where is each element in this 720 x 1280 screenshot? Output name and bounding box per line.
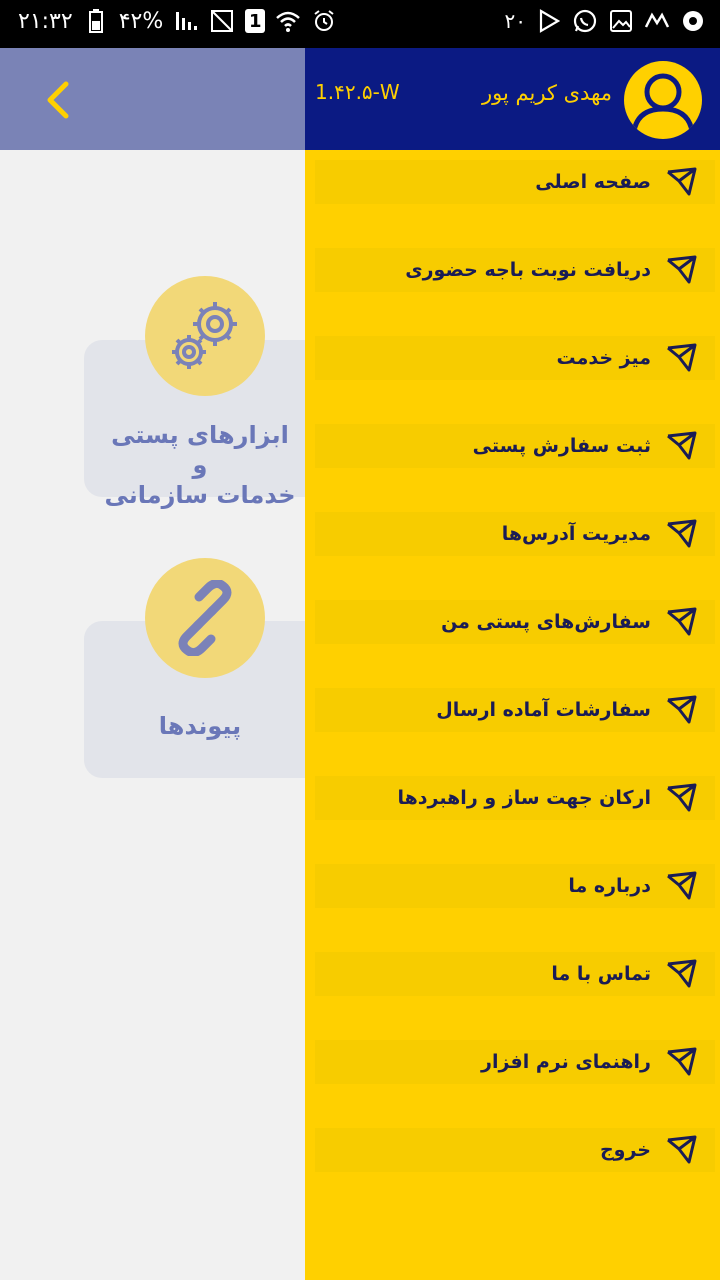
- links-label: پیوندها: [158, 712, 242, 740]
- menu-item-label: سفارش‌های پستی من: [441, 611, 651, 633]
- sim-badge-number: 1: [248, 10, 262, 32]
- no-sim-icon: [209, 8, 235, 34]
- post-logo-icon: [667, 871, 697, 900]
- post-logo-icon: [667, 1047, 697, 1076]
- signal-icon: [173, 8, 199, 34]
- post-logo-icon: [667, 343, 697, 372]
- user-avatar-icon: [631, 73, 695, 132]
- post-logo-icon: [667, 519, 697, 548]
- menu-item-label: دریافت نوبت باجه حضوری: [405, 259, 651, 281]
- play-store-icon: [536, 8, 562, 34]
- menu-item-register-order[interactable]: ثبت سفارش پستی: [315, 424, 715, 468]
- postal-tools-icon-circle: [145, 276, 265, 396]
- post-logo-icon: [667, 431, 697, 460]
- app-version: 1.۴۲.۵-W: [315, 80, 400, 104]
- menu-item-label: میز خدمت: [556, 347, 652, 369]
- postal-tools-label: ابزارهای پستی و خدمات سازمانی: [100, 420, 300, 510]
- menu-item-about[interactable]: درباره ما: [315, 864, 715, 908]
- whatsapp-icon: [572, 8, 598, 34]
- menu-item-label: درباره ما: [568, 875, 651, 897]
- menu-item-label: مدیریت آدرس‌ها: [501, 523, 651, 545]
- menu-item-home[interactable]: صفحه اصلی: [315, 160, 715, 204]
- avatar[interactable]: [624, 61, 702, 139]
- post-logo-icon: [667, 255, 697, 284]
- menu-item-label: ثبت سفارش پستی: [472, 435, 651, 457]
- battery-icon: [83, 8, 109, 34]
- app-icon: [644, 8, 670, 34]
- status-left: ۲۱:۳۲ ۴۲% 1: [18, 8, 337, 34]
- battery-percent: ۴۲%: [118, 8, 164, 34]
- post-logo-icon: [667, 695, 697, 724]
- chevron-left-icon: [47, 81, 69, 119]
- post-logo-icon: [667, 1135, 697, 1164]
- post-logo-icon: [667, 167, 697, 196]
- menu-item-label: صفحه اصلی: [535, 171, 651, 193]
- menu-item-label: تماس با ما: [551, 963, 651, 985]
- security-icon: [680, 8, 706, 34]
- post-logo-icon: [667, 959, 697, 988]
- menu-item-my-orders[interactable]: سفارش‌های پستی من: [315, 600, 715, 644]
- post-logo-icon: [667, 607, 697, 636]
- image-icon: [608, 8, 634, 34]
- menu-item-contact[interactable]: تماس با ما: [315, 952, 715, 996]
- menu-item-label: ارکان جهت ساز و راهبردها: [397, 787, 652, 809]
- menu-item-label: سفارشات آماده ارسال: [436, 699, 651, 721]
- clock: ۲۱:۳۲: [18, 8, 73, 34]
- status-right: ۲۰: [505, 8, 706, 34]
- menu-item-service-desk[interactable]: میز خدمت: [315, 336, 715, 380]
- sim-badge-icon: 1: [245, 9, 266, 33]
- status-bar: ۲۱:۳۲ ۴۲% 1 ۲۰: [0, 0, 720, 48]
- wifi-icon: [275, 8, 301, 34]
- drawer-header: 1.۴۲.۵-W مهدی کریم پور: [305, 48, 720, 150]
- gears-icon: [172, 302, 237, 369]
- menu-item-label: خروج: [599, 1139, 651, 1161]
- menu-item-addresses[interactable]: مدیریت آدرس‌ها: [315, 512, 715, 556]
- link-icon: [178, 580, 232, 656]
- notification-count: ۲۰: [504, 9, 526, 33]
- menu-item-ready-orders[interactable]: سفارشات آماده ارسال: [315, 688, 715, 732]
- back-button[interactable]: [40, 80, 80, 120]
- postal-tools-label-line2: خدمات سازمانی: [104, 481, 296, 509]
- postal-tools-label-line1: ابزارهای پستی و: [111, 421, 289, 479]
- post-logo-icon: [667, 783, 697, 812]
- links-icon-circle: [145, 558, 265, 678]
- user-name: مهدی کریم پور: [482, 81, 612, 105]
- alarm-icon: [311, 8, 337, 34]
- menu-item-appointment[interactable]: دریافت نوبت باجه حضوری: [315, 248, 715, 292]
- menu-item-logout[interactable]: خروج: [315, 1128, 715, 1172]
- menu-item-label: راهنمای نرم افزار: [481, 1051, 651, 1073]
- menu-item-help[interactable]: راهنمای نرم افزار: [315, 1040, 715, 1084]
- menu-item-strategies[interactable]: ارکان جهت ساز و راهبردها: [315, 776, 715, 820]
- navigation-drawer: 1.۴۲.۵-W مهدی کریم پور صفحه اصلی دریافت …: [305, 48, 720, 1280]
